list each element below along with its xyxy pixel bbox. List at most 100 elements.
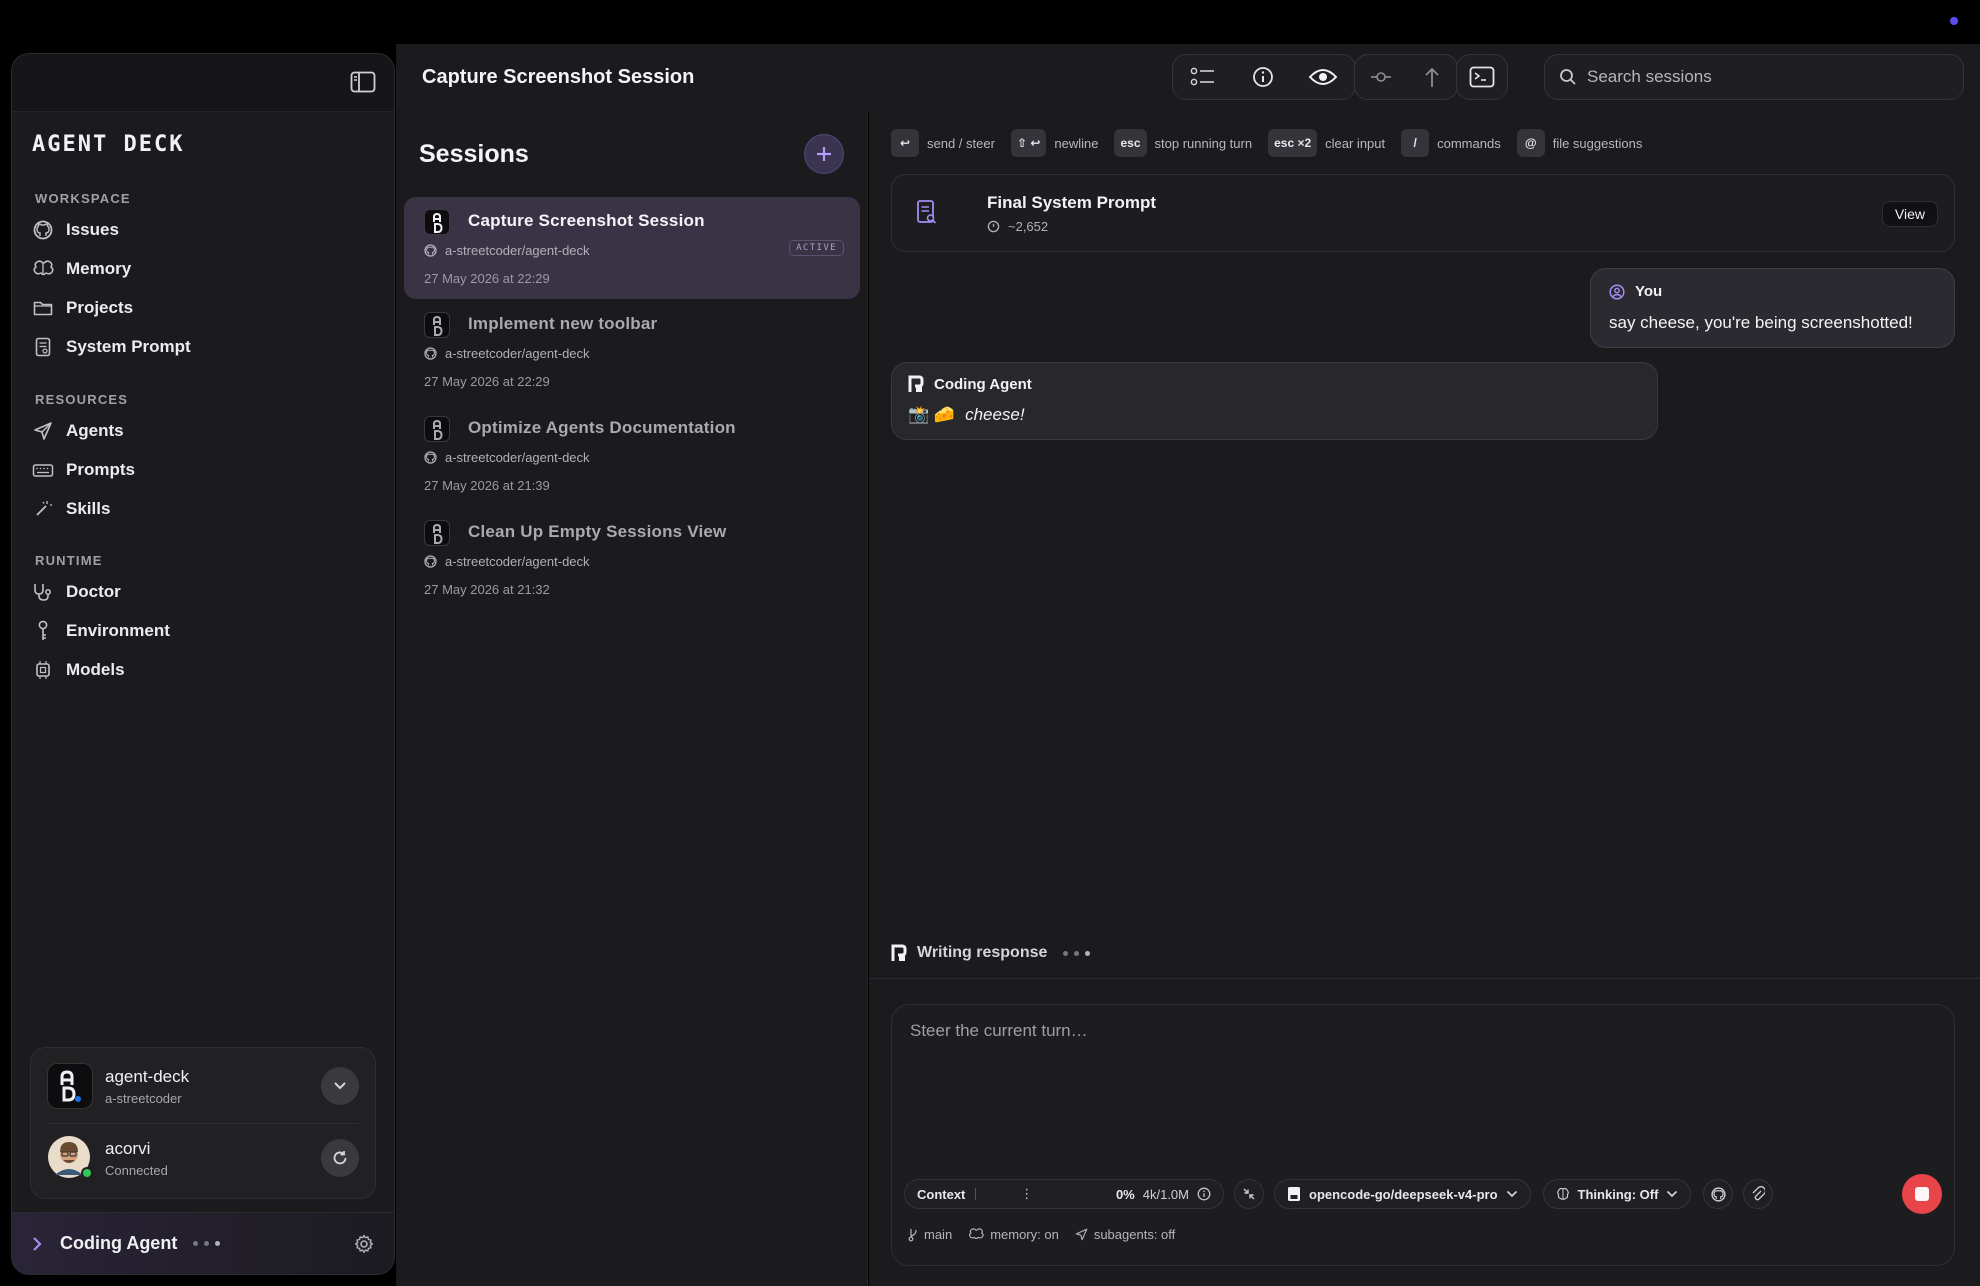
slash-key: / (1401, 129, 1430, 157)
session-item[interactable]: Implement new toolbar a-streetcoder/agen… (404, 300, 860, 402)
workspace-switcher[interactable]: agent-deck a-streetcoder (47, 1056, 359, 1116)
view-button[interactable]: View (1881, 201, 1938, 227)
checklist-icon (1190, 67, 1214, 86)
thinking-label: Thinking: Off (1577, 1186, 1659, 1202)
app-logo: AGENT DECK (32, 132, 185, 157)
context-tokens: 4k/1.0M (1142, 1186, 1189, 1202)
at-key: @ (1516, 129, 1545, 157)
chat-panel: ↩ send / steer ⇧ ↩ newline esc stop running… (869, 112, 1980, 1286)
stop-button[interactable] (1902, 1174, 1942, 1214)
github-button[interactable] (1703, 1179, 1734, 1209)
agent-logo-icon (891, 944, 907, 961)
refresh-button[interactable] (321, 1139, 359, 1177)
divider (47, 1123, 359, 1124)
sidebar-item-projects[interactable]: Projects (32, 291, 133, 325)
push-button[interactable] (1406, 54, 1457, 100)
composer-status: main memory: on subagents: off (908, 1227, 1175, 1242)
search-input[interactable] (1587, 67, 1927, 87)
info-button[interactable] (1233, 54, 1293, 100)
kebab-icon: ⋮ (1020, 1186, 1034, 1201)
divider (869, 978, 1980, 979)
token-count: ~2,652 (1008, 219, 1049, 234)
github-icon (1711, 1186, 1726, 1202)
prompt-card-title: Final System Prompt (987, 193, 1157, 212)
context-meter[interactable]: Context ⋮ 0% 4k/1.0M (904, 1179, 1224, 1209)
sidebar-item-label: Prompts (66, 460, 135, 479)
checklist-button[interactable] (1173, 54, 1233, 100)
session-repo-text: a-streetcoder/agent-deck (445, 346, 590, 361)
camera-cheese-emoji: 📸 🧀 (908, 405, 956, 424)
section-label-runtime: RUNTIME (35, 553, 103, 568)
hint-clear: esc ×2 clear input (1268, 129, 1385, 157)
steer-input[interactable] (910, 1021, 1930, 1121)
key-icon (32, 620, 54, 642)
sidebar-item-issues[interactable]: Issues (32, 213, 119, 247)
session-logo-icon (424, 209, 450, 235)
eye-icon (1308, 69, 1338, 85)
esc-twice-key: esc ×2 (1268, 129, 1318, 157)
session-logo-icon (424, 416, 450, 442)
session-name: Implement new toolbar (468, 314, 658, 333)
user-status: Connected (105, 1162, 168, 1178)
compress-icon (1243, 1188, 1255, 1200)
search-box[interactable] (1544, 54, 1964, 100)
model-selector[interactable]: opencode-go/deepseek-v4-pro (1274, 1179, 1531, 1209)
sidebar-item-system-prompt[interactable]: System Prompt (32, 330, 191, 364)
sidebar-item-doctor[interactable]: Doctor (32, 575, 121, 609)
status-badge: ACTIVE (789, 240, 844, 256)
session-item[interactable]: Clean Up Empty Sessions View a-streetcod… (404, 508, 860, 610)
hint-commands: / commands (1401, 129, 1501, 157)
session-repo: a-streetcoder/agent-deck (424, 243, 590, 258)
session-item[interactable]: Optimize Agents Documentation a-streetco… (404, 404, 860, 506)
github-icon (424, 244, 437, 257)
sidebar-toggle-button[interactable] (349, 68, 377, 96)
sidebar-item-label: Memory (66, 259, 132, 278)
page-title: Capture Screenshot Session (422, 66, 695, 88)
wand-icon (32, 498, 54, 520)
branch-name: main (924, 1227, 953, 1242)
author-name: Coding Agent (934, 375, 1032, 393)
shift-return-key-icon: ⇧ ↩ (1010, 129, 1047, 157)
sidebar-item-environment[interactable]: Environment (32, 614, 170, 648)
hint-label: file suggestions (1552, 135, 1643, 151)
sidebar-item-memory[interactable]: Memory (32, 252, 131, 286)
session-logo-icon (424, 312, 450, 338)
workspace-dropdown-button[interactable] (321, 1067, 359, 1105)
thinking-selector[interactable]: Thinking: Off (1542, 1179, 1692, 1209)
terminal-button[interactable] (1457, 54, 1507, 100)
sidebar-item-label: Environment (66, 621, 170, 640)
github-icon (424, 555, 437, 568)
hint-send: ↩ send / steer (891, 129, 995, 157)
user-row: acorvi Connected (47, 1128, 359, 1188)
prompt-card-tokens: ~2,652 (987, 219, 1048, 234)
sidebar-item-prompts[interactable]: Prompts (32, 453, 135, 487)
clock-icon (987, 220, 1000, 233)
attach-button[interactable] (1743, 1179, 1774, 1209)
settings-button[interactable] (354, 1234, 374, 1254)
commit-button[interactable] (1355, 54, 1406, 100)
hint-label: stop running turn (1154, 135, 1253, 151)
agent-footer[interactable]: Coding Agent (12, 1212, 394, 1274)
compact-button[interactable] (1234, 1179, 1264, 1209)
chevron-right-icon (32, 1236, 50, 1252)
workspace-name: agent-deck (105, 1066, 190, 1086)
sessions-title: Sessions (419, 140, 529, 168)
new-session-button[interactable] (804, 134, 844, 174)
message-text: cheese! (965, 405, 1025, 424)
keyboard-hints: ↩ send / steer ⇧ ↩ newline esc stop running… (891, 128, 1658, 158)
sidebar-item-agents[interactable]: Agents (32, 414, 124, 448)
brain-icon (32, 258, 54, 280)
session-repo-text: a-streetcoder/agent-deck (445, 554, 590, 569)
sidebar-top-bar (12, 54, 394, 112)
sidebar-item-label: Skills (66, 499, 111, 518)
session-item[interactable]: Capture Screenshot Session a-streetcoder… (404, 197, 860, 299)
hint-label: newline (1054, 135, 1099, 151)
preview-toggle-button[interactable] (1293, 54, 1353, 100)
sidebar-item-skills[interactable]: Skills (32, 492, 110, 526)
header-bar: Capture Screenshot Session (396, 44, 1980, 112)
git-toolbar (1354, 54, 1458, 100)
subagents-label: subagents: off (1093, 1227, 1176, 1242)
online-status-dot (81, 1167, 93, 1179)
sidebar-item-models[interactable]: Models (32, 653, 125, 687)
activity-dots (193, 1241, 221, 1246)
